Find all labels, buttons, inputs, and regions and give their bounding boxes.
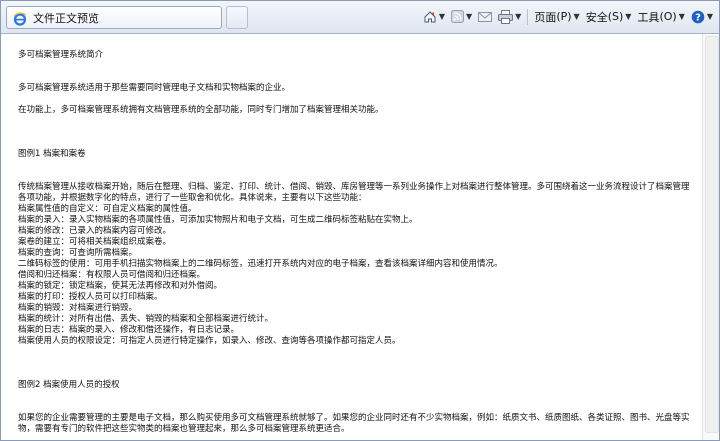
feeds-button[interactable]: ▼ bbox=[448, 6, 475, 27]
new-tab-button[interactable] bbox=[226, 6, 248, 29]
help-icon: ? bbox=[691, 10, 705, 23]
chevron-down-icon: ▼ bbox=[678, 12, 685, 21]
vertical-scrollbar[interactable] bbox=[702, 34, 720, 441]
section1-title: 图例1 档案和案卷 bbox=[18, 149, 86, 159]
tab-title: 文件正文预览 bbox=[33, 11, 99, 25]
home-button[interactable]: ▼ bbox=[420, 6, 448, 27]
tools-menu[interactable]: 工具 (O) ▼ bbox=[634, 6, 687, 27]
browser-toolbar: 文件正文预览 ▼ ▼ ▼ 页面 (P) ▼ 安全 (S) ▼ 工具 (O) ▼ … bbox=[0, 0, 720, 34]
paragraph-line: 档案的统计：对所有出借、丢失、销毁的档案和全部档案进行统计。 bbox=[18, 314, 274, 324]
toolbar-separator bbox=[527, 8, 529, 25]
paragraph-line: 档案的修改：已录入的档案内容可修改。 bbox=[18, 226, 172, 236]
paragraph-line: 二维码标签的使用：可用手机扫描实物档案上的二维码标签，迅速打开系统内对应的电子档… bbox=[18, 259, 503, 269]
chevron-down-icon[interactable]: ▼ bbox=[707, 12, 713, 21]
paragraph-line: 档案使用人员的权限设定：可指定人员进行特定操作，如录入、修改、查询等各项操作都可… bbox=[18, 336, 401, 346]
section1-body: 传统档案管理从接收档案开始，随后在整理、归档、鉴定、打印、统计、借阅、销毁、库房… bbox=[18, 182, 693, 347]
paragraph-line: 档案的锁定：锁定档案，使其无法再修改和对外借阅。 bbox=[18, 281, 223, 291]
print-button[interactable]: ▼ bbox=[495, 6, 524, 27]
document-title: 多可档案管理系统简介 bbox=[18, 50, 104, 60]
chevron-down-icon: ▼ bbox=[625, 12, 632, 21]
paragraph-line: 借阅和归还档案：有权限人员可借阅和归还档案。 bbox=[18, 270, 206, 280]
tools-menu-key: (O) bbox=[659, 10, 677, 23]
safety-menu-key: (S) bbox=[607, 10, 624, 23]
scrollbar-thumb[interactable] bbox=[705, 36, 719, 433]
document-body: 多可档案管理系统简介 多可档案管理系统适用于那些需要同时管理电子文档和实物档案的… bbox=[0, 34, 693, 435]
home-icon bbox=[424, 10, 436, 22]
chevron-down-icon[interactable]: ▼ bbox=[515, 12, 521, 21]
paragraph-line: 档案的销毁：对档案进行销毁。 bbox=[18, 303, 138, 313]
printer-icon bbox=[498, 9, 514, 24]
browser-window: 文件正文预览 ▼ ▼ ▼ 页面 (P) ▼ 安全 (S) ▼ 工具 (O) ▼ … bbox=[0, 0, 720, 441]
section2-body: 如果您的企业需要管理的主要是电子文档，那么购买使用多可文档管理系统就够了。如果您… bbox=[18, 413, 693, 435]
mail-button[interactable] bbox=[475, 6, 495, 27]
features-intro-paragraph: 在功能上，多可档案管理系统拥有文档管理系统的全部功能，同时专门增加了档案管理相关… bbox=[18, 105, 384, 115]
intro-paragraph: 多可档案管理系统适用于那些需要同时管理电子文档和实物档案的企业。 bbox=[18, 83, 291, 93]
tab-document-preview[interactable]: 文件正文预览 bbox=[6, 6, 222, 29]
feed-icon bbox=[451, 10, 465, 23]
chevron-down-icon: ▼ bbox=[573, 12, 580, 21]
page-menu-label: 页面 bbox=[534, 10, 557, 24]
page-menu[interactable]: 页面 (P) ▼ bbox=[531, 6, 582, 27]
section2-title: 图例2 档案使用人员的授权 bbox=[18, 380, 120, 390]
help-button[interactable]: ? ▼ bbox=[688, 6, 716, 27]
page-menu-key: (P) bbox=[556, 10, 572, 23]
ie-logo-icon bbox=[13, 11, 27, 26]
paragraph-line: 如果您的企业需要管理的主要是电子文档，那么购买使用多可文档管理系统就够了。如果您… bbox=[18, 413, 690, 434]
paragraph-line: 档案的查询：可查询所需档案。 bbox=[18, 248, 138, 258]
paragraph-line: 档案的打印：授权人员可以打印档案。 bbox=[18, 292, 163, 302]
paragraph-line: 档案属性值的自定义：可自定义档案的属性值。 bbox=[18, 204, 197, 214]
paragraph-line: 传统档案管理从接收档案开始，随后在整理、归档、鉴定、打印、统计、借阅、销毁、库房… bbox=[18, 182, 690, 203]
safety-menu[interactable]: 安全 (S) ▼ bbox=[583, 6, 635, 27]
tools-menu-label: 工具 bbox=[637, 10, 660, 24]
chevron-down-icon[interactable]: ▼ bbox=[466, 12, 472, 21]
command-bar: ▼ ▼ ▼ 页面 (P) ▼ 安全 (S) ▼ 工具 (O) ▼ ? ▼ bbox=[420, 6, 716, 27]
safety-menu-label: 安全 bbox=[585, 10, 608, 24]
mail-icon bbox=[478, 11, 493, 22]
svg-text:?: ? bbox=[695, 12, 701, 23]
document-viewport[interactable]: 多可档案管理系统简介 多可档案管理系统适用于那些需要同时管理电子文档和实物档案的… bbox=[0, 34, 703, 441]
paragraph-line: 案卷的建立：可将相关档案组织成案卷。 bbox=[18, 237, 172, 247]
chevron-down-icon[interactable]: ▼ bbox=[439, 12, 445, 21]
paragraph-line: 档案的录入：录入实物档案的各项属性值，可添加实物照片和电子文档，可生成二维码标签… bbox=[18, 215, 418, 225]
paragraph-line: 档案的日志：档案的录入、修改和借还操作，有日志记录。 bbox=[18, 325, 240, 335]
